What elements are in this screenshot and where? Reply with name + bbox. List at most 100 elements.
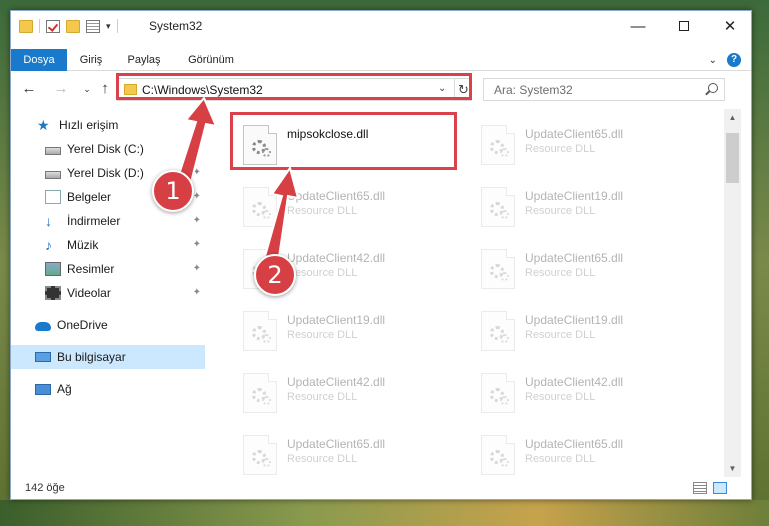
sidebar-item-label: Resimler [67,262,115,276]
sidebar-item-music[interactable]: ♪ Müzik ✦ [11,233,205,257]
file-name: UpdateClient19.dll [525,313,624,327]
sidebar-item-label: Yerel Disk (C:) [67,142,144,156]
star-icon: ★ [37,117,50,133]
file-tile[interactable]: UpdateClient65.dll Resource DLL [477,119,707,177]
file-type: Resource DLL [525,143,596,155]
file-name: UpdateClient19.dll [287,313,386,327]
onedrive-icon [35,322,51,331]
desktop-background [0,500,769,526]
scroll-up-icon[interactable]: ▲ [724,109,741,126]
sidebar-item-label: Belgeler [67,190,112,204]
tab-share[interactable]: Paylaş [119,49,169,71]
dll-file-icon [481,187,515,227]
arrow-2-icon [262,165,300,266]
file-tile[interactable]: UpdateClient19.dll Resource DLL [239,305,469,363]
file-name: UpdateClient65.dll [287,437,386,451]
minimize-button[interactable]: — [615,11,661,41]
file-name: UpdateClient65.dll [525,437,624,451]
drive-icon [45,170,61,179]
file-tile[interactable]: UpdateClient19.dll Resource DLL [477,181,707,239]
sidebar-item-label: İndirmeler [67,214,121,228]
folder-icon[interactable] [19,19,33,33]
dll-file-icon [243,311,277,351]
search-input[interactable]: Ara: System32 [483,78,725,101]
properties-icon[interactable] [86,19,100,33]
title-bar: ▾ System32 — ✕ [11,11,751,41]
sidebar-item-label: Hızlı erişim [59,118,119,132]
dll-file-icon [481,373,515,413]
scroll-down-icon[interactable]: ▼ [724,460,741,477]
videos-icon [45,286,61,300]
sidebar-item-label: Müzik [67,238,99,252]
file-tile[interactable]: UpdateClient65.dll Resource DLL [477,429,707,477]
recent-locations-button[interactable]: ⌄ [77,79,97,99]
details-view-icon[interactable] [693,482,707,494]
scrollbar-thumb[interactable] [726,133,739,183]
tab-home[interactable]: Giriş [71,49,111,71]
dll-file-icon [481,249,515,289]
close-button[interactable]: ✕ [707,11,753,41]
pictures-icon [45,262,61,276]
sidebar-item-pictures[interactable]: Resimler ✦ [11,257,205,281]
file-name: UpdateClient65.dll [525,127,624,141]
file-type: Resource DLL [525,453,596,465]
sidebar-item-label: Yerel Disk (D:) [67,166,144,180]
ribbon-right-controls: ⌄ ? [709,53,741,67]
tab-view[interactable]: Görünüm [179,49,243,71]
dll-file-icon [481,125,515,165]
sidebar-item-label: Ağ [57,382,72,396]
up-button[interactable]: ↑ [95,79,115,99]
file-type: Resource DLL [525,391,596,403]
item-count: 142 öğe [25,482,65,494]
separator [39,19,40,33]
file-type: Resource DLL [287,329,358,341]
file-name: UpdateClient19.dll [525,189,624,203]
tab-file[interactable]: Dosya [11,49,67,71]
dll-file-icon [243,435,277,475]
ribbon-tabs: Dosya Giriş Paylaş Görünüm ⌄ ? [11,49,751,71]
sidebar-item-downloads[interactable]: ↓ İndirmeler ✦ [11,209,205,233]
pin-icon[interactable]: ✦ [193,263,201,274]
downloads-icon: ↓ [45,213,52,229]
file-tile[interactable]: UpdateClient42.dll Resource DLL [239,367,469,425]
sidebar-item-videos[interactable]: Videolar ✦ [11,281,205,305]
step-badge-2: 2 [254,254,296,296]
qat-dropdown[interactable]: ▾ [106,21,111,32]
file-tile[interactable]: UpdateClient19.dll Resource DLL [477,305,707,363]
forward-button[interactable]: → [51,79,71,99]
properties-check-icon[interactable] [46,19,60,33]
this-pc-icon [35,352,51,362]
separator [116,19,118,33]
music-icon: ♪ [45,237,52,253]
large-icons-view-icon[interactable] [713,482,727,494]
file-tile[interactable]: UpdateClient65.dll Resource DLL [239,429,469,477]
window-title: System32 [149,19,203,33]
new-folder-icon[interactable] [66,19,80,33]
search-icon[interactable] [708,83,718,93]
file-type: Resource DLL [525,329,596,341]
sidebar-item-label: OneDrive [57,318,108,332]
dll-file-icon [243,373,277,413]
expand-ribbon-icon[interactable]: ⌄ [709,55,717,66]
sidebar-item-this-pc[interactable]: Bu bilgisayar [11,345,205,369]
vertical-scrollbar[interactable]: ▲ ▼ [724,109,741,477]
sidebar-item-network[interactable]: Ağ [11,377,205,401]
pin-icon[interactable]: ✦ [193,239,201,250]
pin-icon[interactable]: ✦ [193,287,201,298]
minimize-icon: — [630,17,646,35]
file-type: Resource DLL [525,267,596,279]
file-tile[interactable]: UpdateClient42.dll Resource DLL [477,367,707,425]
file-name: UpdateClient42.dll [525,375,624,389]
sidebar-item-onedrive[interactable]: OneDrive [11,313,205,337]
file-type: Resource DLL [525,205,596,217]
maximize-button[interactable] [661,11,707,41]
quick-access-toolbar: ▾ [19,19,118,33]
pin-icon[interactable]: ✦ [193,215,201,226]
file-type: Resource DLL [287,453,358,465]
help-icon[interactable]: ? [727,53,741,67]
file-tile[interactable]: UpdateClient65.dll Resource DLL [477,243,707,301]
dll-file-icon [481,311,515,351]
dll-file-icon [481,435,515,475]
close-icon: ✕ [723,18,737,35]
back-button[interactable]: ← [19,79,39,99]
